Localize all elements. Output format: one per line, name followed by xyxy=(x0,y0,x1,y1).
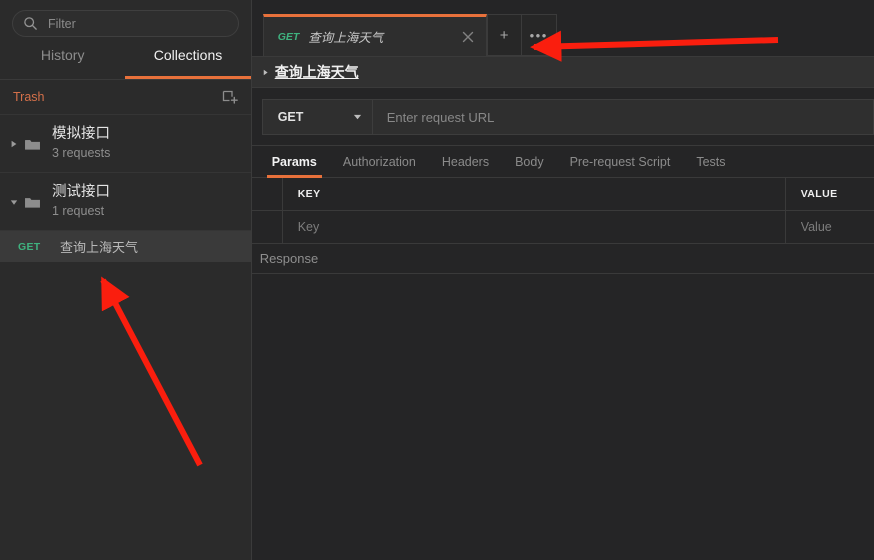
tab-authorization-label: Authorization xyxy=(342,154,416,169)
tab-history[interactable]: History xyxy=(0,46,125,79)
caret-down-icon[interactable] xyxy=(6,198,22,206)
collection-count: 1 request xyxy=(52,204,105,218)
params-header-key: KEY xyxy=(283,178,786,210)
collection-item-1[interactable]: 测试接口 1 request xyxy=(0,173,251,231)
new-tab-button[interactable]: + xyxy=(486,14,522,56)
tab-pre-request-script-label: Pre-request Script xyxy=(569,154,671,169)
caret-right-icon[interactable] xyxy=(259,69,273,76)
tab-collections[interactable]: Collections xyxy=(125,46,252,79)
param-value-cell[interactable] xyxy=(786,211,874,243)
postman-window: History Collections Trash xyxy=(0,0,874,560)
url-row: GET xyxy=(261,99,874,135)
chevron-down-icon xyxy=(353,108,362,126)
tab-tests[interactable]: Tests xyxy=(683,146,738,178)
close-icon[interactable] xyxy=(460,29,476,45)
plus-icon: + xyxy=(499,26,509,44)
request-item-query-shanghai-weather[interactable]: GET 查询上海天气 xyxy=(0,231,251,262)
request-tab-method: GET xyxy=(277,30,300,43)
request-title-bar: 查询上海天气 xyxy=(251,57,874,88)
new-collection-icon[interactable] xyxy=(222,89,238,105)
table-row[interactable] xyxy=(251,211,874,244)
tab-collections-label: Collections xyxy=(153,47,223,63)
page-title: 查询上海天气 xyxy=(274,64,359,80)
request-method-badge: GET xyxy=(18,240,41,253)
params-table-header: KEY VALUE xyxy=(251,178,874,211)
param-row-checkbox-cell[interactable] xyxy=(252,211,283,243)
tab-headers-label: Headers xyxy=(441,154,490,169)
request-tab-title: 查询上海天气 xyxy=(308,31,384,45)
params-table: KEY VALUE xyxy=(251,178,874,244)
search-input-wrapper[interactable] xyxy=(12,10,239,37)
param-value-input[interactable] xyxy=(800,220,874,234)
response-body-area xyxy=(251,274,874,560)
params-header-value: VALUE xyxy=(800,188,838,200)
folder-icon xyxy=(24,137,41,151)
collection-count: 3 requests xyxy=(52,146,111,160)
response-label: Response xyxy=(259,251,319,266)
folder-icon xyxy=(24,195,41,209)
trash-label: Trash xyxy=(13,90,45,104)
request-tabbar: GET 查询上海天气 + ••• xyxy=(251,0,874,57)
search-icon xyxy=(23,16,38,31)
tab-pre-request-script[interactable]: Pre-request Script xyxy=(557,146,684,178)
tab-params[interactable]: Params xyxy=(259,146,330,178)
param-key-input[interactable] xyxy=(297,220,785,234)
sidebar-tabs: History Collections xyxy=(0,46,252,80)
collection-text-0: 模拟接口 3 requests xyxy=(52,125,110,162)
tab-headers[interactable]: Headers xyxy=(429,146,502,178)
request-name: 查询上海天气 xyxy=(60,240,139,255)
ellipsis-icon: ••• xyxy=(529,27,548,43)
param-key-cell[interactable] xyxy=(283,211,786,243)
tab-authorization[interactable]: Authorization xyxy=(330,146,429,178)
tab-tests-label: Tests xyxy=(696,154,726,169)
request-config-tabs: Params Authorization Headers Body Pre-re… xyxy=(251,146,874,178)
tab-options-button[interactable]: ••• xyxy=(521,14,557,56)
url-area: GET xyxy=(251,88,874,146)
collection-text-1: 测试接口 1 request xyxy=(52,183,110,220)
trash-row[interactable]: Trash xyxy=(0,80,251,115)
response-section-label: Response xyxy=(251,244,874,274)
params-header-checkbox-cell xyxy=(252,178,283,210)
url-input[interactable] xyxy=(372,100,873,134)
search-input[interactable] xyxy=(48,16,228,31)
main-panel: GET 查询上海天气 + ••• 查询上海天气 GET Enter reques… xyxy=(251,0,874,560)
filter-container xyxy=(0,0,251,46)
method-select[interactable]: GET xyxy=(263,100,373,134)
sidebar: History Collections Trash xyxy=(0,0,252,560)
tab-body[interactable]: Body xyxy=(502,146,557,178)
collection-name: 测试接口 xyxy=(52,184,110,200)
tab-params-label: Params xyxy=(271,154,317,169)
tab-body-label: Body xyxy=(515,154,544,169)
collection-item-0[interactable]: 模拟接口 3 requests xyxy=(0,115,251,173)
request-tab-query-shanghai-weather[interactable]: GET 查询上海天气 xyxy=(262,14,487,56)
method-select-value: GET xyxy=(277,110,304,124)
collections-list: 模拟接口 3 requests 测试接口 1 request GET 查询上海天… xyxy=(0,115,251,560)
collection-name: 模拟接口 xyxy=(52,126,110,142)
caret-right-icon[interactable] xyxy=(6,140,22,148)
tab-history-label: History xyxy=(40,47,85,63)
